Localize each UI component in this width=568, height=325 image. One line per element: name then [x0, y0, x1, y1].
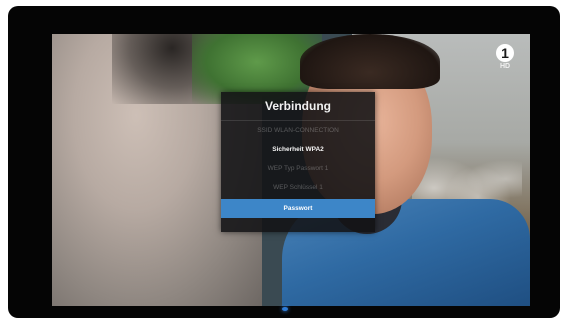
channel-hd-label: HD	[499, 63, 511, 70]
menu-item-wep-key[interactable]: WEP Schlüssel 1	[221, 178, 375, 197]
menu-item-wep-type[interactable]: WEP Typ Passwort 1	[221, 159, 375, 178]
channel-logo-icon: 1 HD	[494, 44, 516, 70]
background-hair	[300, 34, 440, 89]
menu-title: Verbindung	[221, 92, 375, 121]
tv-screen: 1 HD Verbindung SSID WLAN-CONNECTION Sic…	[52, 34, 530, 306]
channel-logo-number: 1	[496, 44, 514, 62]
connection-menu: Verbindung SSID WLAN-CONNECTION Sicherhe…	[221, 92, 375, 232]
menu-item-ssid[interactable]: SSID WLAN-CONNECTION	[221, 121, 375, 140]
menu-item-security[interactable]: Sicherheit WPA2	[221, 140, 375, 159]
menu-item-password[interactable]: Passwort	[221, 199, 375, 218]
power-led-icon	[282, 307, 288, 311]
tv-frame: 1 HD Verbindung SSID WLAN-CONNECTION Sic…	[8, 6, 560, 318]
